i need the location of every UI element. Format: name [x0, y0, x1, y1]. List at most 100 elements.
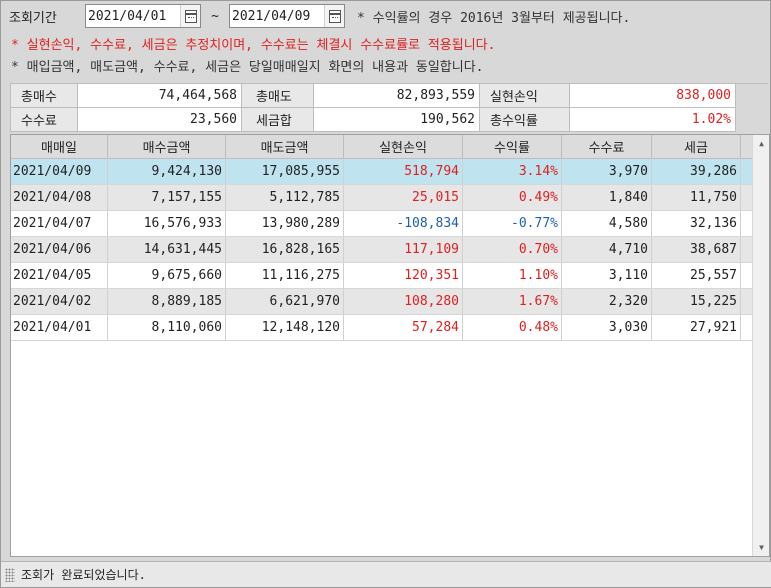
- table-row[interactable]: 2021/04/08 7,157,155 5,112,785 25,015 0.49% 1…: [11, 185, 752, 211]
- header-tax[interactable]: 세금: [652, 135, 741, 158]
- total-return-label: 총수익률: [480, 108, 570, 132]
- cell-buy-amount: 9,424,130: [108, 159, 226, 184]
- end-date-picker[interactable]: 2021/04/09: [229, 4, 345, 28]
- table-row[interactable]: 2021/04/07 16,576,933 13,980,289 -108,834 -0…: [11, 211, 752, 237]
- cell-trade-date: 2021/04/07: [11, 211, 108, 236]
- cell-buy-amount: 16,576,933: [108, 211, 226, 236]
- table-row[interactable]: 2021/04/05 9,675,660 11,116,275 120,351 1.10…: [11, 263, 752, 289]
- scroll-up-icon[interactable]: ▲: [753, 135, 770, 152]
- grip-icon: [5, 567, 15, 582]
- fee-value: 23,560: [78, 108, 242, 132]
- query-period-row: 조회기간 2021/04/01 ~ 2021/04/09 * 수익률의 경우 2…: [9, 3, 769, 29]
- tax-total-label: 세금합: [242, 108, 314, 132]
- fee-label: 수수료: [10, 108, 78, 132]
- cell-tax: 39,286: [652, 159, 741, 184]
- cell-realized-pnl: -108,834: [344, 211, 463, 236]
- summary-panel: 총매수 74,464,568 총매도 82,893,559 실현손익 838,0…: [10, 83, 768, 132]
- cell-sell-amount: 16,828,165: [226, 237, 344, 262]
- same-as-daily-journal-note: * 매입금액, 매도금액, 수수료, 세금은 당일매매일지 화면의 내용과 동일…: [11, 60, 484, 75]
- cell-realized-pnl: 120,351: [344, 263, 463, 288]
- cell-return-rate: 3.14%: [463, 159, 562, 184]
- cell-return-rate: 1.67%: [463, 289, 562, 314]
- start-date-picker[interactable]: 2021/04/01: [85, 4, 201, 28]
- cell-tax: 15,225: [652, 289, 741, 314]
- cell-trade-date: 2021/04/02: [11, 289, 108, 314]
- header-buy-amount[interactable]: 매수금액: [108, 135, 226, 158]
- calendar-icon: [328, 9, 341, 23]
- cell-tax: 32,136: [652, 211, 741, 236]
- header-sell-amount[interactable]: 매도금액: [226, 135, 344, 158]
- table-row[interactable]: 2021/04/01 8,110,060 12,148,120 57,284 0.48%…: [11, 315, 752, 341]
- cell-trade-date: 2021/04/06: [11, 237, 108, 262]
- cell-realized-pnl: 518,794: [344, 159, 463, 184]
- cell-return-rate: 0.48%: [463, 315, 562, 340]
- status-bar: 조회가 완료되었습니다.: [1, 561, 771, 587]
- cell-tax: 11,750: [652, 185, 741, 210]
- cell-trade-date: 2021/04/01: [11, 315, 108, 340]
- cell-tax: 38,687: [652, 237, 741, 262]
- daily-pnl-grid[interactable]: 매매일 매수금액 매도금액 실현손익 수익률 수수료 세금 2021/04/09…: [10, 134, 770, 557]
- cell-realized-pnl: 108,280: [344, 289, 463, 314]
- vertical-scrollbar[interactable]: ▲ ▼: [752, 135, 769, 556]
- cell-trade-date: 2021/04/05: [11, 263, 108, 288]
- total-sell-label: 총매도: [242, 84, 314, 108]
- cell-fee: 3,970: [562, 159, 652, 184]
- cell-fee: 3,110: [562, 263, 652, 288]
- cell-sell-amount: 13,980,289: [226, 211, 344, 236]
- header-return-rate[interactable]: 수익률: [463, 135, 562, 158]
- header-realized-pnl[interactable]: 실현손익: [344, 135, 463, 158]
- total-buy-value: 74,464,568: [78, 84, 242, 108]
- summary-row-1: 총매수 74,464,568 총매도 82,893,559 실현손익 838,0…: [10, 84, 768, 108]
- grid-body: 매매일 매수금액 매도금액 실현손익 수익률 수수료 세금 2021/04/09…: [11, 135, 752, 556]
- cell-buy-amount: 7,157,155: [108, 185, 226, 210]
- total-return-value: 1.02%: [570, 108, 736, 132]
- table-row[interactable]: 2021/04/02 8,889,185 6,621,970 108,280 1.67%…: [11, 289, 752, 315]
- end-date-input[interactable]: 2021/04/09: [230, 9, 324, 24]
- cell-return-rate: 0.49%: [463, 185, 562, 210]
- total-buy-label: 총매수: [10, 84, 78, 108]
- table-row[interactable]: 2021/04/09 9,424,130 17,085,955 518,794 3.14…: [11, 159, 752, 185]
- header-trade-date[interactable]: 매매일: [11, 135, 108, 158]
- end-calendar-button[interactable]: [324, 5, 344, 27]
- total-sell-value: 82,893,559: [314, 84, 480, 108]
- cell-realized-pnl: 25,015: [344, 185, 463, 210]
- cell-fee: 1,840: [562, 185, 652, 210]
- cell-buy-amount: 14,631,445: [108, 237, 226, 262]
- realized-pnl-value: 838,000: [570, 84, 736, 108]
- cell-tax: 25,557: [652, 263, 741, 288]
- scroll-down-icon[interactable]: ▼: [753, 539, 770, 556]
- return-rate-note: * 수익률의 경우 2016년 3월부터 제공됩니다.: [357, 10, 631, 26]
- cell-return-rate: 0.70%: [463, 237, 562, 262]
- cell-sell-amount: 17,085,955: [226, 159, 344, 184]
- start-calendar-button[interactable]: [180, 5, 200, 27]
- cell-buy-amount: 8,889,185: [108, 289, 226, 314]
- cell-fee: 4,580: [562, 211, 652, 236]
- estimate-warning-note: * 실현손익, 수수료, 세금은 추정치이며, 수수료는 체결시 수수료률로 적…: [11, 38, 496, 53]
- cell-fee: 3,030: [562, 315, 652, 340]
- summary-row-2: 수수료 23,560 세금합 190,562 총수익률 1.02%: [10, 108, 768, 132]
- cell-realized-pnl: 117,109: [344, 237, 463, 262]
- table-row[interactable]: 2021/04/06 14,631,445 16,828,165 117,109 0.7…: [11, 237, 752, 263]
- cell-realized-pnl: 57,284: [344, 315, 463, 340]
- realized-pnl-label: 실현손익: [480, 84, 570, 108]
- cell-trade-date: 2021/04/08: [11, 185, 108, 210]
- tax-total-value: 190,562: [314, 108, 480, 132]
- cell-fee: 2,320: [562, 289, 652, 314]
- header-fee[interactable]: 수수료: [562, 135, 652, 158]
- cell-buy-amount: 9,675,660: [108, 263, 226, 288]
- cell-trade-date: 2021/04/09: [11, 159, 108, 184]
- window-frame: 조회기간 2021/04/01 ~ 2021/04/09 * 수익률의 경우 2…: [0, 0, 771, 588]
- cell-return-rate: 1.10%: [463, 263, 562, 288]
- cell-buy-amount: 8,110,060: [108, 315, 226, 340]
- start-date-input[interactable]: 2021/04/01: [86, 9, 180, 24]
- status-message: 조회가 완료되었습니다.: [21, 568, 146, 582]
- cell-sell-amount: 5,112,785: [226, 185, 344, 210]
- query-period-label: 조회기간: [9, 10, 57, 26]
- cell-tax: 27,921: [652, 315, 741, 340]
- date-range-separator: ~: [211, 8, 219, 24]
- cell-sell-amount: 11,116,275: [226, 263, 344, 288]
- grid-header: 매매일 매수금액 매도금액 실현손익 수익률 수수료 세금: [11, 135, 752, 159]
- cell-fee: 4,710: [562, 237, 652, 262]
- calendar-icon: [184, 9, 197, 23]
- cell-return-rate: -0.77%: [463, 211, 562, 236]
